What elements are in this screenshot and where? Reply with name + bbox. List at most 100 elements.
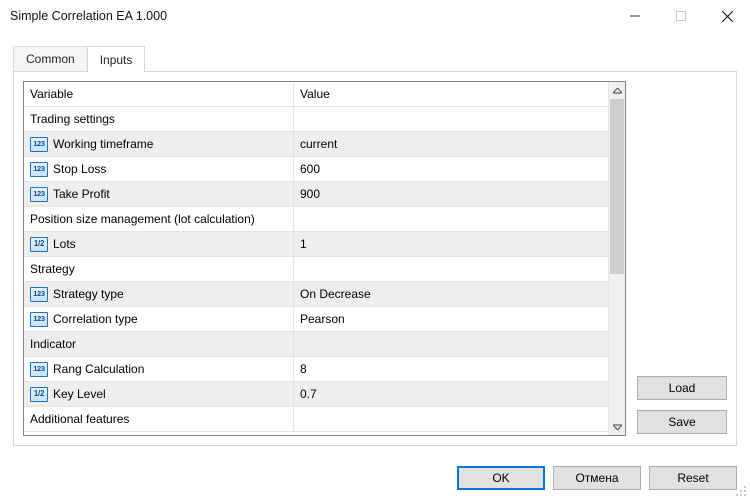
tab-label: Inputs: [100, 53, 133, 67]
var-label: Take Profit: [53, 187, 110, 201]
val-cell: [294, 107, 608, 131]
var-cell: Position size management (lot calculatio…: [24, 207, 294, 231]
var-label: Correlation type: [53, 312, 138, 326]
val-cell: Pearson: [294, 307, 608, 331]
val-label: current: [300, 137, 337, 151]
var-label: Stop Loss: [53, 162, 106, 176]
tab-strip: Common Inputs: [13, 45, 737, 71]
section-row[interactable]: Trading settings: [24, 107, 608, 132]
cancel-button[interactable]: Отмена: [553, 466, 641, 490]
val-cell: 0.7: [294, 382, 608, 406]
header-variable[interactable]: Variable: [24, 82, 294, 106]
var-label: Key Level: [53, 387, 106, 401]
param-row[interactable]: 123 Correlation type Pearson: [24, 307, 608, 332]
val-cell: current: [294, 132, 608, 156]
val-cell: [294, 257, 608, 281]
titlebar: Simple Correlation EA 1.000: [0, 0, 750, 32]
param-row[interactable]: 1/2 Key Level 0.7: [24, 382, 608, 407]
int-icon: 123: [30, 187, 48, 202]
tab-label: Common: [26, 52, 75, 66]
val-label: 8: [300, 362, 307, 376]
param-row[interactable]: 1/2 Lots 1: [24, 232, 608, 257]
side-buttons: Load Save: [637, 81, 727, 436]
val-label: 0.7: [300, 387, 317, 401]
val-cell: [294, 207, 608, 231]
val-cell: On Decrease: [294, 282, 608, 306]
grid-body: Trading settings 123 Working timeframe cu…: [24, 107, 608, 435]
param-row[interactable]: 123 Strategy type On Decrease: [24, 282, 608, 307]
int-icon: 123: [30, 287, 48, 302]
section-row[interactable]: Additional features: [24, 407, 608, 432]
var-cell: 123 Stop Loss: [24, 157, 294, 181]
load-button[interactable]: Load: [637, 376, 727, 400]
tab-inputs[interactable]: Inputs: [87, 46, 146, 72]
grid-header: Variable Value: [24, 82, 608, 107]
scroll-thumb[interactable]: [610, 99, 624, 274]
val-cell: [294, 407, 608, 431]
button-label: Load: [669, 381, 696, 395]
val-label: On Decrease: [300, 287, 371, 301]
var-label: Rang Calculation: [53, 362, 144, 376]
int-icon: 123: [30, 162, 48, 177]
header-value[interactable]: Value: [294, 82, 608, 106]
inputs-panel: Variable Value Trading settings 123 Worki…: [13, 71, 737, 446]
var-label: Additional features: [30, 412, 129, 426]
val-label: Pearson: [300, 312, 345, 326]
val-cell: [294, 332, 608, 356]
tab-common[interactable]: Common: [13, 46, 88, 71]
param-row[interactable]: 123 Working timeframe current: [24, 132, 608, 157]
param-row[interactable]: 123 Stop Loss 600: [24, 157, 608, 182]
close-button[interactable]: [704, 0, 750, 32]
section-row[interactable]: Position size management (lot calculatio…: [24, 207, 608, 232]
ok-button[interactable]: OK: [457, 466, 545, 490]
param-row[interactable]: 123 Take Profit 900: [24, 182, 608, 207]
window-title: Simple Correlation EA 1.000: [10, 9, 612, 23]
var-cell: 123 Working timeframe: [24, 132, 294, 156]
var-cell: 123 Rang Calculation: [24, 357, 294, 381]
maximize-button[interactable]: [658, 0, 704, 32]
var-cell: 123 Strategy type: [24, 282, 294, 306]
resize-grip-icon[interactable]: [734, 484, 748, 498]
var-label: Trading settings: [30, 112, 115, 126]
vertical-scrollbar[interactable]: [608, 82, 625, 435]
val-label: 900: [300, 187, 320, 201]
val-label: 600: [300, 162, 320, 176]
scroll-down-icon[interactable]: [609, 418, 626, 435]
int-icon: 123: [30, 312, 48, 327]
val-cell: 1: [294, 232, 608, 256]
var-label: Working timeframe: [53, 137, 153, 151]
var-cell: 1/2 Key Level: [24, 382, 294, 406]
var-cell: Indicator: [24, 332, 294, 356]
scroll-up-icon[interactable]: [609, 82, 626, 99]
var-label: Strategy: [30, 262, 75, 276]
var-cell: 123 Take Profit: [24, 182, 294, 206]
var-label: Indicator: [30, 337, 76, 351]
var-cell: Strategy: [24, 257, 294, 281]
var-cell: 123 Correlation type: [24, 307, 294, 331]
double-icon: 1/2: [30, 237, 48, 252]
double-icon: 1/2: [30, 387, 48, 402]
var-cell: 1/2 Lots: [24, 232, 294, 256]
section-row[interactable]: Indicator: [24, 332, 608, 357]
var-label: Position size management (lot calculatio…: [30, 212, 255, 226]
val-label: 1: [300, 237, 307, 251]
button-label: Reset: [677, 471, 708, 485]
button-label: OK: [492, 471, 509, 485]
inputs-grid: Variable Value Trading settings 123 Worki…: [23, 81, 626, 436]
int-icon: 123: [30, 137, 48, 152]
minimize-button[interactable]: [612, 0, 658, 32]
reset-button[interactable]: Reset: [649, 466, 737, 490]
val-cell: 8: [294, 357, 608, 381]
var-cell: Trading settings: [24, 107, 294, 131]
var-label: Lots: [53, 237, 76, 251]
val-cell: 900: [294, 182, 608, 206]
var-cell: Additional features: [24, 407, 294, 431]
int-icon: 123: [30, 362, 48, 377]
section-row[interactable]: Strategy: [24, 257, 608, 282]
button-label: Save: [668, 415, 695, 429]
bottom-buttons: OK Отмена Reset: [0, 456, 750, 500]
button-label: Отмена: [575, 471, 618, 485]
var-label: Strategy type: [53, 287, 124, 301]
param-row[interactable]: 123 Rang Calculation 8: [24, 357, 608, 382]
save-button[interactable]: Save: [637, 410, 727, 434]
